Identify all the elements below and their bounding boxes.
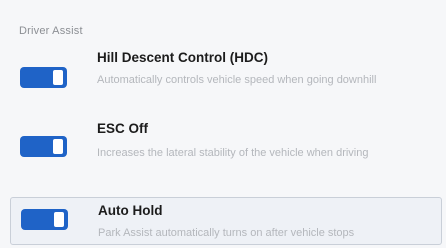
setting-label: Auto Hold xyxy=(98,203,163,218)
auto-hold-toggle[interactable] xyxy=(21,209,68,230)
hdc-toggle[interactable] xyxy=(20,67,67,88)
setting-description: Automatically controls vehicle speed whe… xyxy=(97,74,377,86)
setting-description: Park Assist automatically turns on after… xyxy=(98,227,355,239)
setting-row-hdc[interactable]: Hill Descent Control (HDC) Automatically… xyxy=(10,46,440,116)
toggle-knob xyxy=(53,70,63,85)
driver-assist-panel: Driver Assist Hill Descent Control (HDC)… xyxy=(0,0,446,248)
setting-label: Hill Descent Control (HDC) xyxy=(97,50,269,65)
toggle-knob xyxy=(54,212,64,227)
setting-row-esc-off[interactable]: ESC Off Increases the lateral stability … xyxy=(10,118,440,188)
toggle-knob xyxy=(53,139,63,154)
setting-description: Increases the lateral stability of the v… xyxy=(97,147,369,159)
esc-off-toggle[interactable] xyxy=(20,136,67,157)
setting-row-auto-hold[interactable]: Auto Hold Park Assist automatically turn… xyxy=(10,197,442,245)
section-title: Driver Assist xyxy=(19,25,83,37)
setting-label: ESC Off xyxy=(97,121,149,136)
